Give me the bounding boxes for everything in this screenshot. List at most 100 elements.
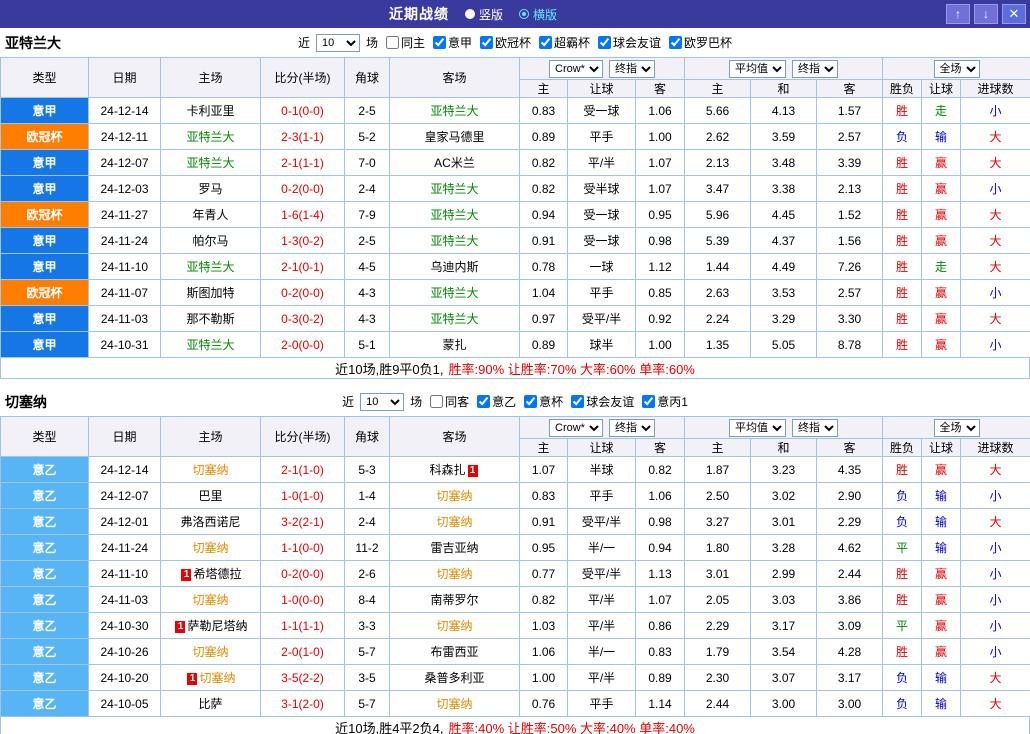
filter-checkbox[interactable] — [571, 395, 585, 408]
close-button[interactable]: ✕ — [1002, 4, 1026, 24]
home-team-cell: 切塞纳 — [160, 456, 261, 483]
filter-option-label: 同主 — [400, 36, 425, 50]
score-link[interactable]: 1-3(0-2) — [281, 234, 324, 248]
team-name-link[interactable]: 比萨 — [198, 697, 222, 711]
filter-checkbox[interactable] — [480, 36, 493, 49]
score-link[interactable]: 2-1(1-1) — [281, 156, 324, 170]
average-select[interactable]: 平均值 — [729, 59, 787, 78]
final-odds-select-2[interactable]: 终指 — [792, 59, 839, 78]
layout-radio-horizontal[interactable]: 横版 — [519, 6, 557, 23]
team-name-link[interactable]: 斯图加特 — [186, 286, 234, 300]
filter-checkbox[interactable] — [539, 36, 553, 49]
filter-checkbox[interactable] — [598, 36, 612, 49]
avg-away: 1.56 — [816, 227, 884, 254]
team-name-link[interactable]: 亚特兰大 — [430, 234, 478, 248]
team-name-link[interactable]: 亚特兰大 — [186, 338, 234, 352]
score-link[interactable]: 1-0(0-0) — [281, 593, 324, 607]
team-name-link[interactable]: 亚特兰大 — [186, 260, 234, 274]
scroll-down-button[interactable]: ↓ — [974, 4, 998, 24]
score-link[interactable]: 0-2(0-0) — [281, 286, 324, 300]
team-name-link[interactable]: 切塞纳 — [436, 515, 472, 529]
team-name-link[interactable]: 乌迪内斯 — [430, 260, 478, 274]
team-name-link[interactable]: 雷吉亚纳 — [430, 541, 478, 555]
team-name-link[interactable]: 那不勒斯 — [186, 312, 234, 326]
team-name-link[interactable]: 切塞纳 — [192, 541, 228, 555]
score-link[interactable]: 0-1(0-0) — [281, 104, 324, 118]
team-name-link[interactable]: 亚特兰大 — [430, 312, 478, 326]
final-odds-select[interactable]: 终指 — [609, 418, 655, 437]
score-link[interactable]: 0-2(0-0) — [281, 182, 324, 196]
team-name-link[interactable]: 罗马 — [198, 182, 222, 196]
bookmaker-select[interactable]: Crow* — [549, 59, 603, 78]
average-select[interactable]: 平均值 — [729, 418, 787, 437]
score-link[interactable]: 1-6(1-4) — [281, 208, 324, 222]
team-name-link[interactable]: 切塞纳 — [436, 567, 472, 581]
score-link[interactable]: 3-2(2-1) — [281, 515, 324, 529]
summary-record: 近10场,胜4平2负4, — [335, 720, 444, 734]
score-link[interactable]: 2-3(1-1) — [281, 130, 324, 144]
score-link[interactable]: 0-2(0-0) — [281, 567, 324, 581]
scope-select[interactable]: 全场 — [933, 418, 980, 437]
filter-checkbox[interactable] — [669, 36, 683, 49]
team-name-link[interactable]: 帕尔马 — [192, 234, 228, 248]
filter-checkbox[interactable] — [432, 36, 446, 49]
team-name-link[interactable]: 巴里 — [198, 489, 222, 503]
team-name-link[interactable]: 桑普多利亚 — [424, 671, 484, 685]
score-link[interactable]: 3-1(2-0) — [281, 697, 324, 711]
team-name-link[interactable]: 南蒂罗尔 — [430, 593, 478, 607]
score-link[interactable]: 0-3(0-2) — [281, 312, 324, 326]
match-count-select[interactable]: 10 — [360, 392, 405, 411]
score-link[interactable]: 2-1(0-1) — [281, 260, 324, 274]
corner-cell: 3-5 — [344, 664, 390, 691]
score-link[interactable]: 1-0(1-0) — [281, 489, 324, 503]
score-link[interactable]: 1-1(1-1) — [281, 619, 324, 633]
score-link[interactable]: 2-0(0-0) — [281, 338, 324, 352]
score-link[interactable]: 2-1(1-0) — [281, 463, 324, 477]
team-name-link[interactable]: 亚特兰大 — [430, 104, 478, 118]
team-name-link[interactable]: 切塞纳 — [192, 593, 228, 607]
filter-checkbox[interactable] — [524, 395, 538, 408]
team-name-link[interactable]: 皇家马德里 — [424, 130, 484, 144]
scroll-up-button[interactable]: ↑ — [946, 4, 970, 24]
match-count-select[interactable]: 10 — [315, 33, 360, 52]
team-name-link[interactable]: 亚特兰大 — [186, 156, 234, 170]
home-team-cell: 卡利亚里 — [160, 97, 261, 124]
team-name-link[interactable]: 蒙扎 — [442, 338, 466, 352]
team-name-link[interactable]: 切塞纳 — [199, 671, 235, 685]
team-name-link[interactable]: 卡利亚里 — [186, 104, 234, 118]
filter-checkbox[interactable] — [430, 395, 444, 408]
layout-radio-vertical[interactable]: 竖版 — [464, 6, 503, 23]
team-name-link[interactable]: 亚特兰大 — [430, 208, 478, 222]
team-name-link[interactable]: 切塞纳 — [436, 619, 472, 633]
corner-cell: 2-4 — [344, 175, 390, 202]
filter-checkbox[interactable] — [477, 395, 491, 408]
home-team-cell: 罗马 — [160, 175, 261, 202]
team-name-link[interactable]: 亚特兰大 — [430, 286, 478, 300]
filter-checkbox[interactable] — [642, 395, 656, 408]
team-name-link[interactable]: 亚特兰大 — [430, 182, 478, 196]
team-name-link[interactable]: 弗洛西诺尼 — [180, 515, 240, 529]
team-name-link[interactable]: 切塞纳 — [192, 463, 228, 477]
team-name-link[interactable]: AC米兰 — [434, 156, 475, 170]
col-handicap: 让球 — [567, 79, 636, 98]
avg-away: 3.39 — [816, 149, 884, 176]
team-name-link[interactable]: 切塞纳 — [436, 697, 472, 711]
scope-select[interactable]: 全场 — [933, 59, 980, 78]
team-name-link[interactable]: 切塞纳 — [192, 645, 228, 659]
bookmaker-select[interactable]: Crow* — [549, 418, 603, 437]
team-name-link[interactable]: 年青人 — [192, 208, 228, 222]
team-name-link[interactable]: 希塔德拉 — [193, 567, 241, 581]
score-link[interactable]: 3-5(2-2) — [281, 671, 324, 685]
team-name-link[interactable]: 布雷西亚 — [430, 645, 478, 659]
score-link[interactable]: 2-0(1-0) — [281, 645, 324, 659]
team-name-link[interactable]: 科森扎 — [429, 463, 465, 477]
home-team-cell: 斯图加特 — [160, 279, 261, 306]
team-name-link[interactable]: 切塞纳 — [436, 489, 472, 503]
filter-checkbox[interactable] — [385, 36, 399, 49]
away-odds: 0.95 — [634, 201, 686, 228]
final-odds-select[interactable]: 终指 — [609, 59, 655, 78]
team-name-link[interactable]: 萨勒尼塔纳 — [187, 619, 247, 633]
score-link[interactable]: 1-1(0-0) — [281, 541, 324, 555]
final-odds-select-2[interactable]: 终指 — [792, 418, 839, 437]
team-name-link[interactable]: 亚特兰大 — [186, 130, 234, 144]
